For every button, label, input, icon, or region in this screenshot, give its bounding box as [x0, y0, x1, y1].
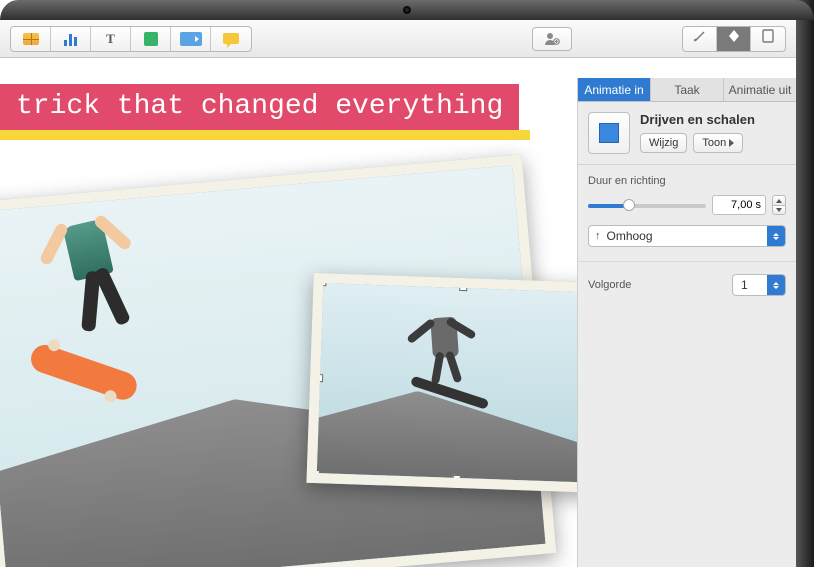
title-underline	[0, 130, 530, 140]
change-animation-button[interactable]: Wijzig	[640, 133, 687, 153]
preview-label: Toon	[702, 137, 726, 149]
animation-thumbnail	[588, 112, 630, 154]
collaborate-button[interactable]	[532, 27, 572, 51]
insert-comment-button[interactable]	[211, 27, 251, 51]
order-label: Volgorde	[588, 279, 631, 291]
tab-animate-in[interactable]: Animatie in	[578, 78, 651, 101]
order-section: Volgorde 1	[578, 262, 796, 308]
inspector-mode-group	[682, 26, 786, 52]
animation-name: Drijven en schalen	[640, 112, 786, 127]
animation-header: Drijven en schalen Wijzig Toon	[578, 102, 796, 165]
insert-media-button[interactable]	[171, 27, 211, 51]
animate-mode-button[interactable]	[717, 27, 751, 51]
laptop-edge	[796, 0, 814, 567]
insert-shape-button[interactable]	[131, 27, 171, 51]
duration-slider[interactable]	[588, 197, 706, 213]
duration-label: Duur en richting	[588, 175, 786, 187]
tab-animate-out[interactable]: Animatie uit	[724, 78, 796, 101]
insert-table-button[interactable]	[11, 27, 51, 51]
slider-thumb[interactable]	[623, 199, 635, 211]
slide-title-text: trick that changed everything	[0, 84, 519, 130]
duration-step-down[interactable]	[772, 205, 786, 215]
skater-silhouette-small	[430, 317, 459, 359]
inspector-panel: Animatie in Taak Animatie uit Drijven en…	[577, 78, 796, 567]
comment-icon	[223, 33, 239, 44]
popup-arrows-icon	[767, 275, 785, 295]
format-mode-button[interactable]	[683, 27, 717, 51]
text-icon: T	[106, 31, 115, 47]
document-mode-button[interactable]	[751, 27, 785, 51]
brush-icon	[691, 28, 709, 49]
popup-arrows-icon	[767, 226, 785, 246]
insert-text-button[interactable]: T	[91, 27, 131, 51]
insert-group: T	[10, 26, 252, 52]
change-label: Wijzig	[649, 137, 678, 149]
insert-chart-button[interactable]	[51, 27, 91, 51]
duration-field[interactable]	[712, 195, 766, 215]
document-icon	[759, 28, 777, 49]
tab-action[interactable]: Taak	[651, 78, 724, 101]
collaborate-icon	[544, 32, 560, 46]
direction-value: Omhoog	[607, 229, 653, 243]
photo-small-selected[interactable]	[306, 273, 577, 493]
slide-canvas[interactable]: trick that changed everything	[0, 78, 577, 567]
app-window: T trick that changed everything	[0, 20, 796, 567]
order-popup[interactable]: 1	[732, 274, 786, 296]
direction-popup[interactable]: ↑ Omhoog	[588, 225, 786, 247]
inspector-tabbar: Animatie in Taak Animatie uit	[578, 78, 796, 102]
duration-section: Duur en richting ↑ Omhoog	[578, 165, 796, 262]
preview-animation-button[interactable]: Toon	[693, 133, 743, 153]
direction-arrow-icon: ↑	[595, 230, 601, 242]
duration-step-up[interactable]	[772, 195, 786, 205]
selection-handle[interactable]	[453, 475, 461, 483]
media-icon	[180, 32, 202, 46]
table-icon	[23, 33, 39, 45]
shape-icon	[144, 32, 158, 46]
laptop-bezel	[0, 0, 814, 20]
selection-handle[interactable]	[315, 374, 323, 382]
play-icon	[729, 139, 734, 147]
chart-icon	[64, 32, 77, 46]
selection-handle[interactable]	[318, 278, 326, 286]
camera-icon	[403, 6, 411, 14]
selection-handle[interactable]	[459, 283, 467, 291]
diamond-icon	[725, 28, 743, 49]
order-value: 1	[741, 278, 748, 292]
selection-handle[interactable]	[312, 470, 320, 478]
slide-title-block[interactable]: trick that changed everything	[0, 84, 530, 140]
toolbar: T	[0, 20, 796, 58]
duration-stepper	[772, 195, 786, 215]
